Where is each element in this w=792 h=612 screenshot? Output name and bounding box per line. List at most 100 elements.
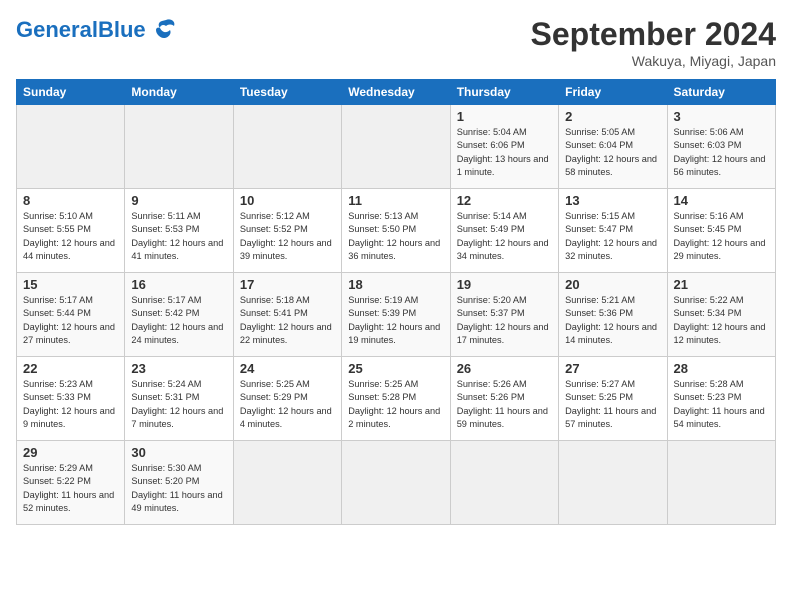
day-info: Sunrise: 5:15 AM Sunset: 5:47 PM Dayligh… xyxy=(565,211,657,261)
day-info: Sunrise: 5:06 AM Sunset: 6:03 PM Dayligh… xyxy=(674,127,766,177)
calendar-body: 1 Sunrise: 5:04 AM Sunset: 6:06 PM Daylig… xyxy=(17,105,776,525)
day-info: Sunrise: 5:25 AM Sunset: 5:28 PM Dayligh… xyxy=(348,379,440,429)
calendar-week-row: 8 Sunrise: 5:10 AM Sunset: 5:55 PM Daylig… xyxy=(17,189,776,273)
table-row xyxy=(450,441,558,525)
col-saturday: Saturday xyxy=(667,80,775,105)
table-row: 13 Sunrise: 5:15 AM Sunset: 5:47 PM Dayli… xyxy=(559,189,667,273)
day-info: Sunrise: 5:29 AM Sunset: 5:22 PM Dayligh… xyxy=(23,463,114,513)
day-number: 2 xyxy=(565,109,660,124)
day-number: 20 xyxy=(565,277,660,292)
col-thursday: Thursday xyxy=(450,80,558,105)
calendar-header: Sunday Monday Tuesday Wednesday Thursday… xyxy=(17,80,776,105)
day-number: 8 xyxy=(23,193,118,208)
day-number: 1 xyxy=(457,109,552,124)
calendar-week-row: 22 Sunrise: 5:23 AM Sunset: 5:33 PM Dayli… xyxy=(17,357,776,441)
day-info: Sunrise: 5:16 AM Sunset: 5:45 PM Dayligh… xyxy=(674,211,766,261)
day-number: 13 xyxy=(565,193,660,208)
table-row xyxy=(667,441,775,525)
day-number: 16 xyxy=(131,277,226,292)
day-number: 26 xyxy=(457,361,552,376)
day-number: 14 xyxy=(674,193,769,208)
calendar-week-row: 29 Sunrise: 5:29 AM Sunset: 5:22 PM Dayli… xyxy=(17,441,776,525)
page-container: GeneralBlue September 2024 Wakuya, Miyag… xyxy=(0,0,792,535)
table-row: 17Sunrise: 5:18 AM Sunset: 5:41 PM Dayli… xyxy=(233,273,341,357)
day-info: Sunrise: 5:11 AM Sunset: 5:53 PM Dayligh… xyxy=(131,211,223,261)
day-info: Sunrise: 5:04 AM Sunset: 6:06 PM Dayligh… xyxy=(457,127,549,177)
table-row: 11 Sunrise: 5:13 AM Sunset: 5:50 PM Dayli… xyxy=(342,189,450,273)
day-info: Sunrise: 5:13 AM Sunset: 5:50 PM Dayligh… xyxy=(348,211,440,261)
location: Wakuya, Miyagi, Japan xyxy=(531,53,776,69)
day-number: 10 xyxy=(240,193,335,208)
table-row: 23 Sunrise: 5:24 AM Sunset: 5:31 PM Dayli… xyxy=(125,357,233,441)
table-row: 24 Sunrise: 5:25 AM Sunset: 5:29 PM Dayli… xyxy=(233,357,341,441)
col-monday: Monday xyxy=(125,80,233,105)
table-row: 28 Sunrise: 5:28 AM Sunset: 5:23 PM Dayli… xyxy=(667,357,775,441)
table-row: 22 Sunrise: 5:23 AM Sunset: 5:33 PM Dayli… xyxy=(17,357,125,441)
day-info: Sunrise: 5:12 AM Sunset: 5:52 PM Dayligh… xyxy=(240,211,332,261)
calendar-table: Sunday Monday Tuesday Wednesday Thursday… xyxy=(16,79,776,525)
day-number: 27 xyxy=(565,361,660,376)
day-number: 22 xyxy=(23,361,118,376)
table-row: 12Sunrise: 5:14 AM Sunset: 5:49 PM Dayli… xyxy=(450,189,558,273)
table-row xyxy=(342,441,450,525)
day-number: 21 xyxy=(674,277,769,292)
table-row: 25 Sunrise: 5:25 AM Sunset: 5:28 PM Dayli… xyxy=(342,357,450,441)
table-row: 26Sunrise: 5:26 AM Sunset: 5:26 PM Dayli… xyxy=(450,357,558,441)
logo-blue: Blue xyxy=(98,17,146,42)
col-friday: Friday xyxy=(559,80,667,105)
day-number: 30 xyxy=(131,445,226,460)
day-info: Sunrise: 5:22 AM Sunset: 5:34 PM Dayligh… xyxy=(674,295,766,345)
day-info: Sunrise: 5:30 AM Sunset: 5:20 PM Dayligh… xyxy=(131,463,222,513)
table-row: 2 Sunrise: 5:05 AM Sunset: 6:04 PM Daylig… xyxy=(559,105,667,189)
day-info: Sunrise: 5:24 AM Sunset: 5:31 PM Dayligh… xyxy=(131,379,223,429)
day-number: 29 xyxy=(23,445,118,460)
table-row xyxy=(233,441,341,525)
table-row: 10 Sunrise: 5:12 AM Sunset: 5:52 PM Dayli… xyxy=(233,189,341,273)
day-number: 25 xyxy=(348,361,443,376)
table-row: 16 Sunrise: 5:17 AM Sunset: 5:42 PM Dayli… xyxy=(125,273,233,357)
day-number: 23 xyxy=(131,361,226,376)
table-row: 21 Sunrise: 5:22 AM Sunset: 5:34 PM Dayli… xyxy=(667,273,775,357)
table-row: 15 Sunrise: 5:17 AM Sunset: 5:44 PM Dayli… xyxy=(17,273,125,357)
logo-text: GeneralBlue xyxy=(16,18,146,42)
day-info: Sunrise: 5:25 AM Sunset: 5:29 PM Dayligh… xyxy=(240,379,332,429)
logo-bird-icon xyxy=(148,16,178,44)
day-number: 11 xyxy=(348,193,443,208)
day-number: 19 xyxy=(457,277,552,292)
table-row xyxy=(17,105,125,189)
table-row xyxy=(125,105,233,189)
table-row: 27 Sunrise: 5:27 AM Sunset: 5:25 PM Dayli… xyxy=(559,357,667,441)
col-wednesday: Wednesday xyxy=(342,80,450,105)
day-info: Sunrise: 5:27 AM Sunset: 5:25 PM Dayligh… xyxy=(565,379,656,429)
day-info: Sunrise: 5:17 AM Sunset: 5:42 PM Dayligh… xyxy=(131,295,223,345)
table-row: 19 Sunrise: 5:20 AM Sunset: 5:37 PM Dayli… xyxy=(450,273,558,357)
col-sunday: Sunday xyxy=(17,80,125,105)
day-info: Sunrise: 5:05 AM Sunset: 6:04 PM Dayligh… xyxy=(565,127,657,177)
day-info: Sunrise: 5:17 AM Sunset: 5:44 PM Dayligh… xyxy=(23,295,115,345)
table-row: 29 Sunrise: 5:29 AM Sunset: 5:22 PM Dayli… xyxy=(17,441,125,525)
day-number: 12 xyxy=(457,193,552,208)
calendar-week-row: 15 Sunrise: 5:17 AM Sunset: 5:44 PM Dayli… xyxy=(17,273,776,357)
table-row xyxy=(233,105,341,189)
table-row xyxy=(342,105,450,189)
day-info: Sunrise: 5:28 AM Sunset: 5:23 PM Dayligh… xyxy=(674,379,765,429)
logo-general: General xyxy=(16,17,98,42)
day-number: 15 xyxy=(23,277,118,292)
calendar-week-row: 1 Sunrise: 5:04 AM Sunset: 6:06 PM Daylig… xyxy=(17,105,776,189)
day-info: Sunrise: 5:20 AM Sunset: 5:37 PM Dayligh… xyxy=(457,295,549,345)
table-row: 1 Sunrise: 5:04 AM Sunset: 6:06 PM Daylig… xyxy=(450,105,558,189)
day-info: Sunrise: 5:23 AM Sunset: 5:33 PM Dayligh… xyxy=(23,379,115,429)
table-row: 20Sunrise: 5:21 AM Sunset: 5:36 PM Dayli… xyxy=(559,273,667,357)
col-tuesday: Tuesday xyxy=(233,80,341,105)
table-row: 9 Sunrise: 5:11 AM Sunset: 5:53 PM Daylig… xyxy=(125,189,233,273)
table-row: 18Sunrise: 5:19 AM Sunset: 5:39 PM Dayli… xyxy=(342,273,450,357)
day-number: 9 xyxy=(131,193,226,208)
day-number: 28 xyxy=(674,361,769,376)
logo: GeneralBlue xyxy=(16,16,178,44)
day-info: Sunrise: 5:10 AM Sunset: 5:55 PM Dayligh… xyxy=(23,211,115,261)
table-row xyxy=(559,441,667,525)
header-row: Sunday Monday Tuesday Wednesday Thursday… xyxy=(17,80,776,105)
table-row: 3Sunrise: 5:06 AM Sunset: 6:03 PM Daylig… xyxy=(667,105,775,189)
day-number: 24 xyxy=(240,361,335,376)
table-row: 8 Sunrise: 5:10 AM Sunset: 5:55 PM Daylig… xyxy=(17,189,125,273)
